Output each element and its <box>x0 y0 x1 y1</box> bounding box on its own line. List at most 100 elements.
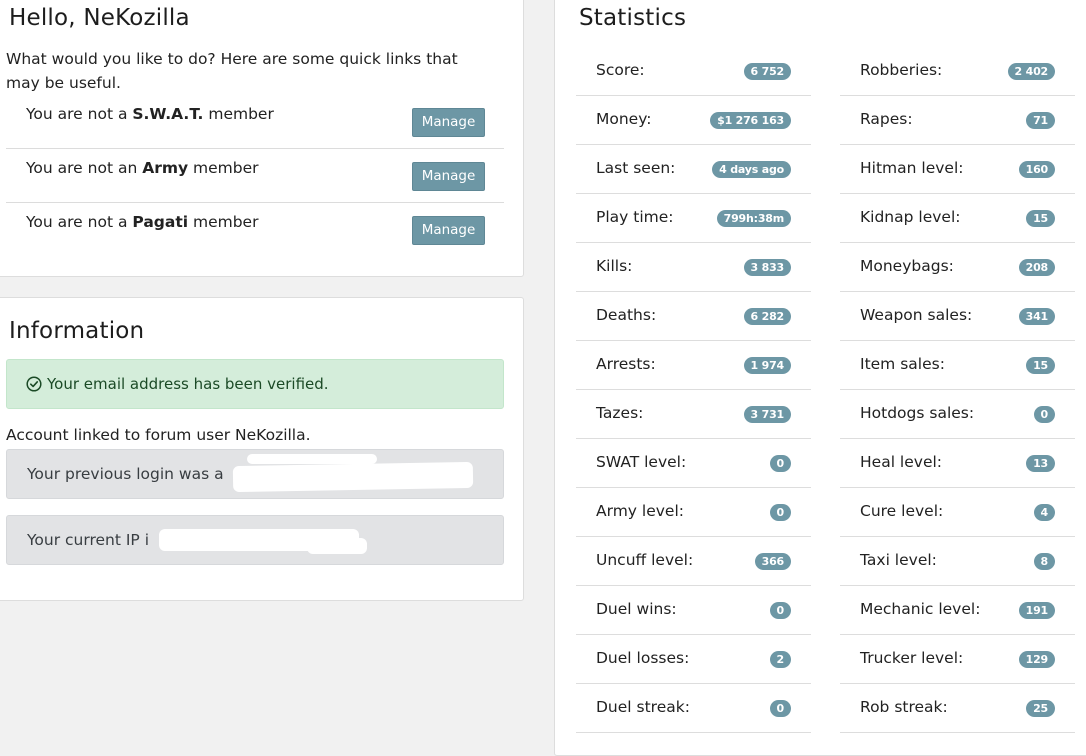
stat-value-badge: 8 <box>1033 553 1055 570</box>
stat-label: SWAT level: <box>596 453 687 471</box>
manage-pagati-button[interactable]: Manage <box>412 216 485 245</box>
stat-label: Duel streak: <box>596 698 690 716</box>
stat-row: Rob streak: 25 <box>840 684 1075 733</box>
stat-value-badge: 160 <box>1018 161 1055 178</box>
stat-value-badge: 13 <box>1026 455 1055 472</box>
stat-value-badge: 6 282 <box>743 308 791 325</box>
stat-label: Robberies: <box>860 61 943 79</box>
stat-row: Hitman level: 160 <box>840 145 1075 194</box>
hello-card: Hello, NeKozilla What would you like to … <box>0 0 524 277</box>
stat-label: Money: <box>596 110 652 128</box>
stat-label: Army level: <box>596 502 684 520</box>
stat-value-badge: 4 days ago <box>712 161 791 178</box>
stat-row: Item sales: 15 <box>840 341 1075 390</box>
stat-value-badge: 15 <box>1026 357 1055 374</box>
stat-row: Play time: 799h:38m <box>576 194 811 243</box>
stat-label: Duel wins: <box>596 600 677 618</box>
stat-label: Hitman level: <box>860 159 964 177</box>
stat-value-badge: 208 <box>1018 259 1055 276</box>
stat-row: Tazes: 3 731 <box>576 390 811 439</box>
stat-label: Kidnap level: <box>860 208 961 226</box>
stat-value-badge: $1 276 163 <box>710 112 791 129</box>
stat-label: Kills: <box>596 257 633 275</box>
stat-row: Kidnap level: 15 <box>840 194 1075 243</box>
stat-label: Mechanic level: <box>860 600 981 618</box>
stat-label: Taxi level: <box>860 551 937 569</box>
member-status-text: You are not an Army member <box>26 159 259 177</box>
stat-row: Weapon sales: 341 <box>840 292 1075 341</box>
stat-value-badge: 4 <box>1033 504 1055 521</box>
redaction-mark <box>247 454 377 464</box>
email-verified-text: Your email address has been verified. <box>47 375 329 393</box>
previous-login-text: Your previous login was a <box>27 465 224 483</box>
stat-value-badge: 0 <box>1033 406 1055 423</box>
stat-value-badge: 1 974 <box>743 357 791 374</box>
stat-value-badge: 366 <box>754 553 791 570</box>
information-card: Information Your email address has been … <box>0 297 524 601</box>
stat-label: Arrests: <box>596 355 656 373</box>
stat-value-badge: 3 731 <box>743 406 791 423</box>
stat-value-badge: 799h:38m <box>716 210 791 227</box>
stat-row: Moneybags: 208 <box>840 243 1075 292</box>
statistics-title: Statistics <box>579 5 687 31</box>
stat-row: Army level: 0 <box>576 488 811 537</box>
redaction-mark <box>307 538 367 554</box>
stat-row: Last seen: 4 days ago <box>576 145 811 194</box>
hello-title: Hello, NeKozilla <box>9 5 190 31</box>
stat-value-badge: 15 <box>1026 210 1055 227</box>
stat-label: Item sales: <box>860 355 945 373</box>
current-ip-box: Your current IP i <box>6 515 504 565</box>
stat-value-badge: 129 <box>1018 651 1055 668</box>
stat-value-badge: 2 <box>769 651 791 668</box>
hello-intro-text: What would you like to do? Here are some… <box>6 50 458 92</box>
stat-label: Deaths: <box>596 306 657 324</box>
stat-value-badge: 3 833 <box>743 259 791 276</box>
stat-row: Arrests: 1 974 <box>576 341 811 390</box>
manage-swat-button[interactable]: Manage <box>412 108 485 137</box>
stat-value-badge: 6 752 <box>743 63 791 80</box>
stat-row: Duel wins: 0 <box>576 586 811 635</box>
stat-label: Tazes: <box>596 404 644 422</box>
stat-row: Hotdogs sales: 0 <box>840 390 1075 439</box>
stat-label: Duel losses: <box>596 649 690 667</box>
stat-row: Score: 6 752 <box>576 47 811 96</box>
stat-value-badge: 71 <box>1026 112 1055 129</box>
member-row-army: You are not an Army member Manage <box>6 149 504 203</box>
stat-value-badge: 2 402 <box>1007 63 1055 80</box>
stat-label: Last seen: <box>596 159 676 177</box>
stat-row: Mechanic level: 191 <box>840 586 1075 635</box>
stat-label: Rapes: <box>860 110 913 128</box>
stat-row: Trucker level: 129 <box>840 635 1075 684</box>
check-circle-icon <box>26 376 42 392</box>
stat-label: Score: <box>596 61 645 79</box>
current-ip-text: Your current IP i <box>27 531 150 549</box>
stat-row: Heal level: 13 <box>840 439 1075 488</box>
stat-label: Trucker level: <box>860 649 964 667</box>
member-row-pagati: You are not a Pagati member Manage <box>6 203 504 257</box>
stat-label: Weapon sales: <box>860 306 973 324</box>
stat-row: Uncuff level: 366 <box>576 537 811 586</box>
stat-row: Duel losses: 2 <box>576 635 811 684</box>
stat-row: SWAT level: 0 <box>576 439 811 488</box>
stat-value-badge: 341 <box>1018 308 1055 325</box>
stat-label: Hotdogs sales: <box>860 404 975 422</box>
redaction-mark <box>232 461 474 493</box>
stat-row: Deaths: 6 282 <box>576 292 811 341</box>
stat-value-badge: 0 <box>769 455 791 472</box>
stat-row: Cure level: 4 <box>840 488 1075 537</box>
stat-label: Play time: <box>596 208 674 226</box>
stat-label: Moneybags: <box>860 257 954 275</box>
stat-row: Taxi level: 8 <box>840 537 1075 586</box>
member-status-text: You are not a Pagati member <box>26 213 259 231</box>
stat-label: Cure level: <box>860 502 944 520</box>
stat-value-badge: 0 <box>769 602 791 619</box>
previous-login-box: Your previous login was a <box>6 449 504 499</box>
stat-label: Uncuff level: <box>596 551 694 569</box>
stat-row: Rapes: 71 <box>840 96 1075 145</box>
manage-army-button[interactable]: Manage <box>412 162 485 191</box>
stat-label: Rob streak: <box>860 698 948 716</box>
stat-row: Money: $1 276 163 <box>576 96 811 145</box>
stat-value-badge: 0 <box>769 504 791 521</box>
stat-row: Robberies: 2 402 <box>840 47 1075 96</box>
stat-value-badge: 25 <box>1026 700 1055 717</box>
